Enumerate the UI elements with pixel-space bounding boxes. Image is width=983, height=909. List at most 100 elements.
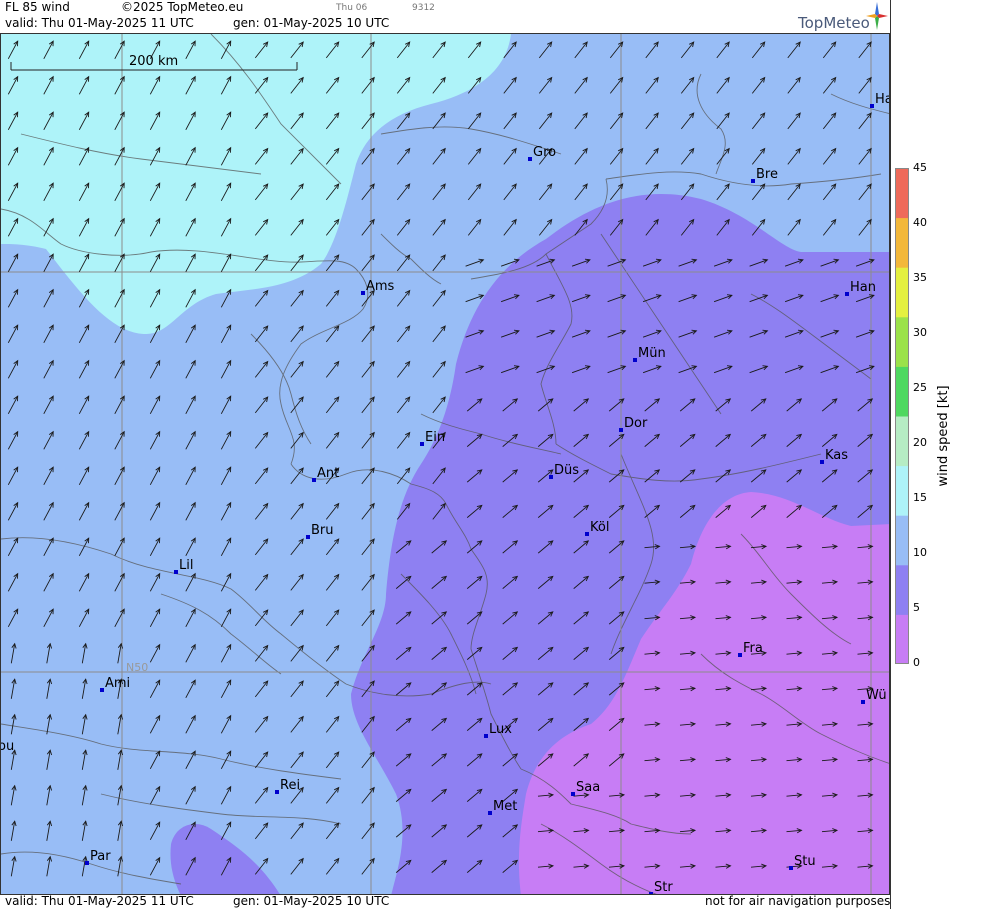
city-met: Met (488, 799, 517, 815)
legend-tick-label: 40 (913, 216, 927, 229)
wind-map[interactable]: N50 200 km Ha Gro Bre Ams Han Mün Ein Dor Ant Düs… (0, 33, 890, 895)
legend-tick-label: 35 (913, 271, 927, 284)
legend-tick-label: 20 (913, 436, 927, 449)
city-label: Han (850, 280, 876, 295)
city-label: Bru (311, 523, 334, 538)
city-marker (174, 570, 178, 574)
legend-tick-label: 15 (913, 491, 927, 504)
forecast-code: 9312 (412, 3, 435, 13)
map-header: FL 85 wind ©2025 TopMeteo.eu Thu 06 9312… (0, 0, 890, 33)
wind-map-canvas: N50 200 km Ha Gro Bre Ams Han Mün Ein Dor Ant Düs… (1, 34, 890, 895)
city-marker (585, 532, 589, 536)
city-label: Met (493, 799, 517, 814)
city-label: Fra (743, 641, 763, 656)
city-marker (85, 861, 89, 865)
color-legend: 45 40 35 30 25 20 15 10 5 0 wind speed [kt] (890, 0, 983, 909)
city-marker (420, 442, 424, 446)
city-lux: Lux (484, 722, 512, 738)
city-marker (870, 104, 874, 108)
city-han: Han (845, 280, 876, 296)
legend-color-segment (895, 515, 909, 566)
forecast-day: Thu 06 (336, 3, 368, 13)
city-label: ou (1, 739, 14, 754)
city-label: Dor (624, 416, 648, 431)
city-bre: Bre (751, 167, 778, 183)
legend-color-segment (895, 465, 909, 516)
brand-name: TopMeteo (798, 14, 870, 32)
city-marker (845, 292, 849, 296)
city-gro: Gro (528, 145, 556, 161)
legend-color-segment (895, 316, 909, 367)
city-label: Rei (280, 778, 300, 793)
city-marker (312, 478, 316, 482)
disclaimer-text: not for air navigation purposes (705, 894, 891, 908)
generated-time: gen: 01-May-2025 10 UTC (233, 16, 390, 30)
city-mün: Mün (633, 346, 666, 362)
city-marker (861, 700, 865, 704)
city-label: Ha (875, 92, 890, 107)
legend-color-segment (895, 416, 909, 467)
city-bru: Bru (306, 523, 334, 539)
city-saa: Saa (571, 780, 600, 796)
city-label: Kas (825, 448, 848, 463)
scale-label: 200 km (129, 54, 178, 69)
footer-generated-time: gen: 01-May-2025 10 UTC (233, 894, 390, 908)
legend-color-segment (895, 564, 909, 615)
city-label: Ami (105, 676, 130, 691)
city-marker (549, 475, 553, 479)
city-label: Mün (638, 346, 666, 361)
city-ams: Ams (361, 279, 395, 295)
city-label: Saa (576, 780, 600, 795)
legend-color-segment (895, 168, 909, 219)
city-label: Lux (489, 722, 512, 737)
compass-logo-icon (866, 2, 888, 30)
city-ami: Ami (100, 676, 130, 692)
city-label: Gro (533, 145, 556, 160)
legend-color-segment (895, 267, 909, 318)
copyright-text: ©2025 TopMeteo.eu (121, 0, 244, 14)
city-marker (789, 866, 793, 870)
city-marker (275, 790, 279, 794)
city-label: Ams (366, 279, 395, 294)
city-marker (488, 811, 492, 815)
city-label: Str (654, 880, 673, 895)
city-dor: Dor (619, 416, 648, 432)
legend-color-segment (895, 614, 909, 664)
city-label: Bre (756, 167, 778, 182)
city-ant: Ant (312, 466, 339, 482)
city-label: Wü (866, 688, 887, 703)
legend-tick-label: 10 (913, 546, 927, 559)
legend-tick-label: 5 (913, 601, 920, 614)
city-marker (619, 428, 623, 432)
legend-tick-label: 45 (913, 161, 927, 174)
footer-valid-time: valid: Thu 01-May-2025 11 UTC (5, 894, 194, 908)
city-marker (571, 792, 575, 796)
city-marker (528, 157, 532, 161)
latitude-label: N50 (126, 661, 148, 674)
legend-color-segment (895, 217, 909, 268)
city-ou: ou (1, 739, 14, 754)
city-label: Ant (317, 466, 339, 481)
city-marker (361, 291, 365, 295)
city-marker (633, 358, 637, 362)
map-footer: valid: Thu 01-May-2025 11 UTC gen: 01-Ma… (0, 894, 891, 909)
city-label: Ein (425, 430, 445, 445)
city-düs: Düs (549, 463, 579, 479)
city-label: Köl (590, 520, 609, 535)
city-label: Lil (179, 558, 193, 573)
legend-tick-label: 25 (913, 381, 927, 394)
city-marker (484, 734, 488, 738)
city-label: Düs (554, 463, 579, 478)
city-marker (820, 460, 824, 464)
legend-colorbar (895, 168, 909, 664)
legend-tick-label: 30 (913, 326, 927, 339)
legend-tick-label: 0 (913, 656, 920, 669)
legend-color-segment (895, 366, 909, 417)
city-marker (751, 179, 755, 183)
city-kas: Kas (820, 448, 848, 464)
valid-time: valid: Thu 01-May-2025 11 UTC (5, 16, 194, 30)
city-label: Par (90, 849, 111, 864)
city-marker (306, 535, 310, 539)
city-label: Stu (794, 854, 816, 869)
city-marker (738, 653, 742, 657)
